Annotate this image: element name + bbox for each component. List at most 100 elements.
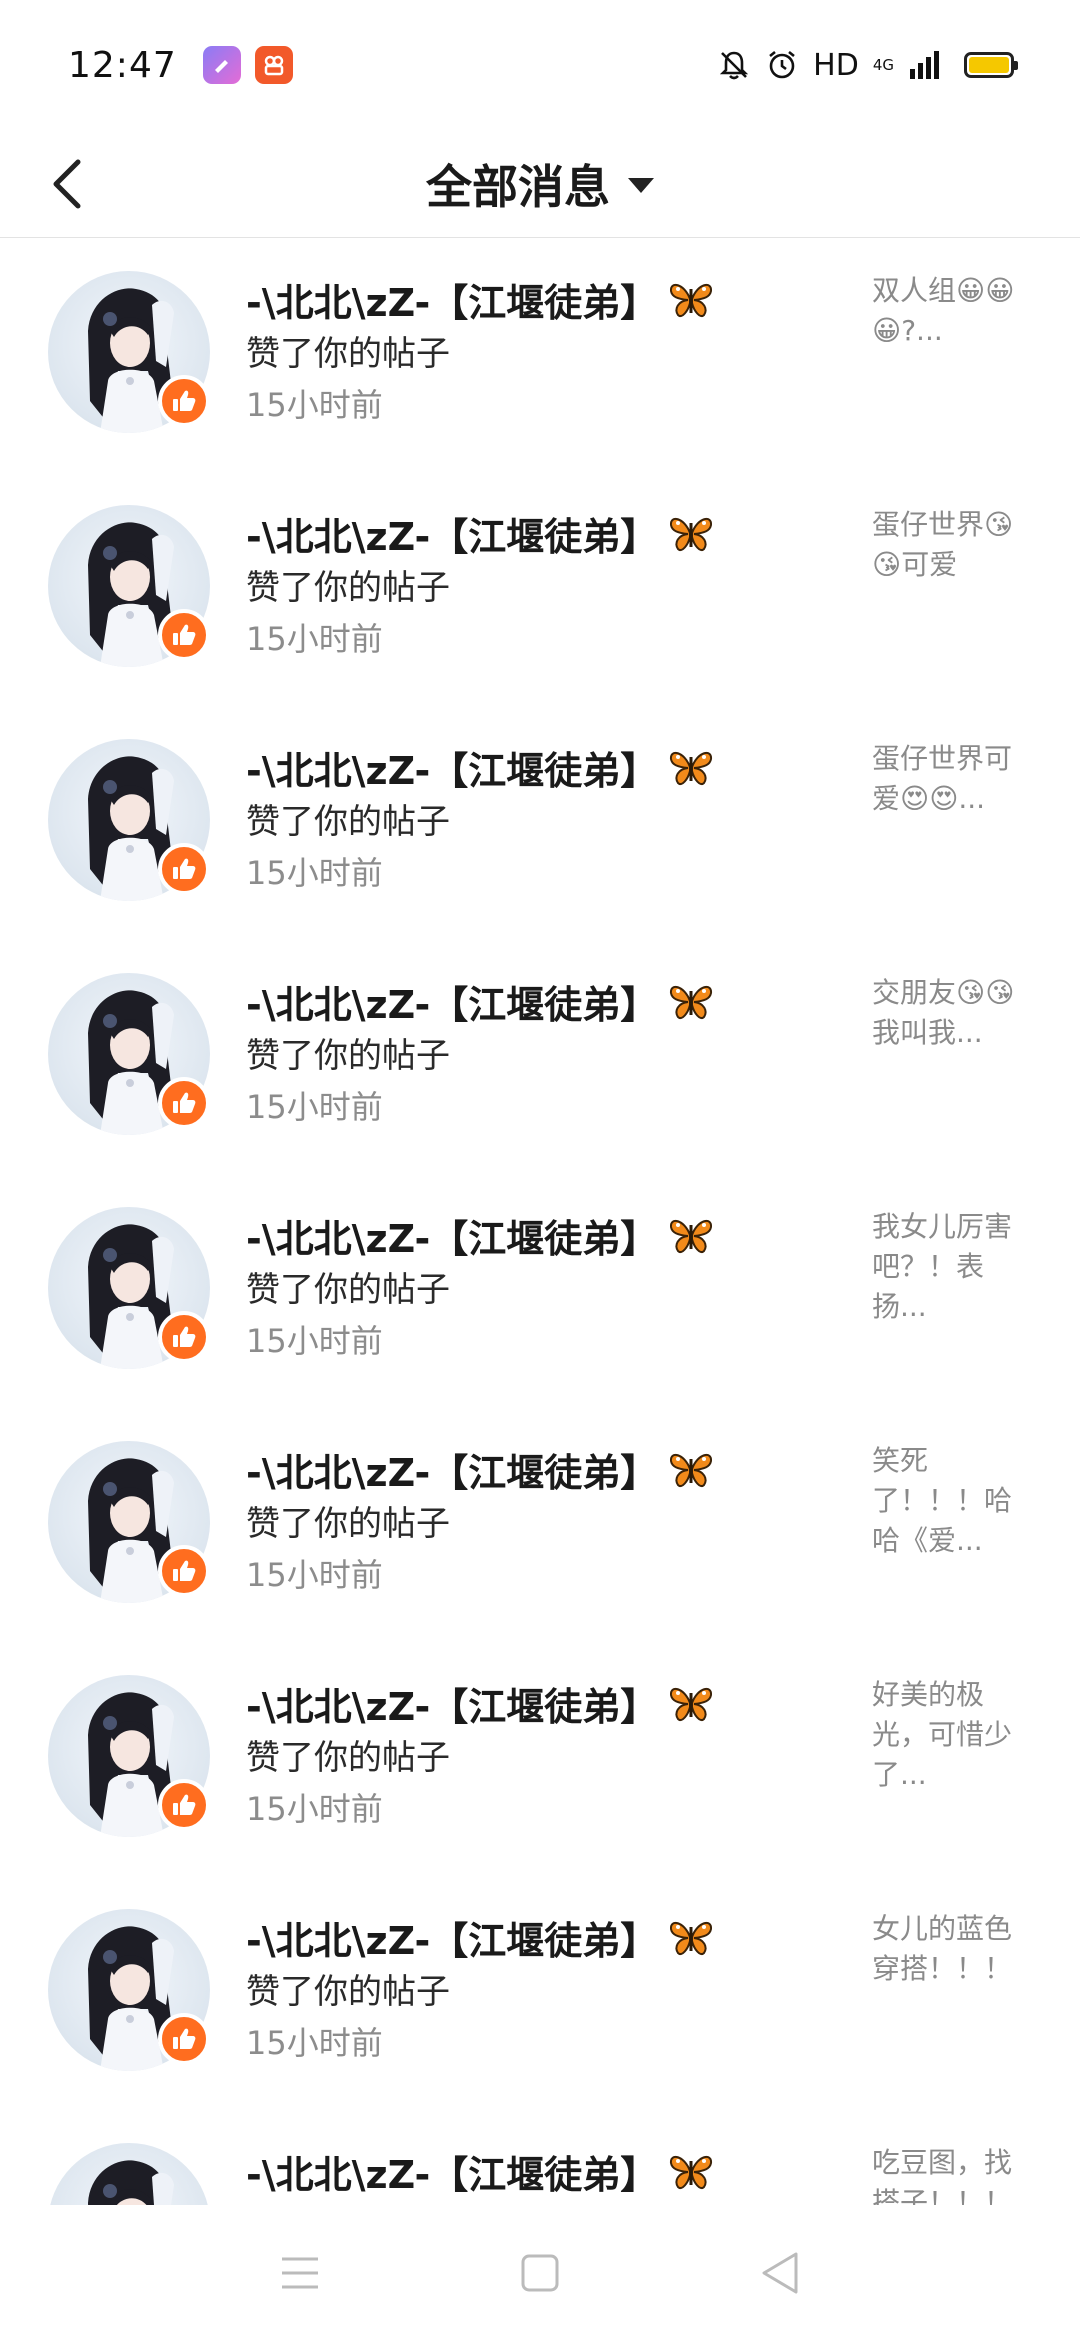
like-badge xyxy=(158,1779,210,1831)
notification-item[interactable]: -\北北\zZ-【江堰徒弟】 赞了你的帖子 15小时前 蛋仔世界😘😘可爱 xyxy=(0,473,1080,707)
like-badge xyxy=(158,1545,210,1597)
signal-icon xyxy=(910,51,939,79)
timestamp: 15小时前 xyxy=(246,1322,383,1360)
action-text: 赞了你的帖子 xyxy=(246,1738,450,1778)
username-line: -\北北\zZ-【江堰徒弟】 xyxy=(246,1209,806,1261)
post-preview[interactable]: 好美的极光，可惜少了... xyxy=(872,1675,1032,1795)
avatar-container xyxy=(48,1675,210,1837)
avatar[interactable] xyxy=(48,2143,210,2205)
timestamp: 15小时前 xyxy=(246,620,383,658)
username-line: -\北北\zZ-【江堰徒弟】 xyxy=(246,273,806,325)
action-text: 赞了你的帖子 xyxy=(246,1036,450,1076)
post-preview[interactable]: 蛋仔世界可爱😍😍... xyxy=(872,739,1032,819)
like-badge xyxy=(158,843,210,895)
notification-item[interactable]: -\北北\zZ-【江堰徒弟】 赞了你的帖子 15小时前 我女儿厉害吧？！表扬..… xyxy=(0,1175,1080,1409)
action-text: 赞了你的帖子 xyxy=(246,1504,450,1544)
username-line: -\北北\zZ-【江堰徒弟】 xyxy=(246,741,806,793)
notification-item[interactable]: -\北北\zZ-【江堰徒弟】 赞了你的帖子 15小时前 女儿的蓝色穿搭！！！ xyxy=(0,1877,1080,2111)
caret-down-icon xyxy=(628,178,654,193)
notification-item[interactable]: -\北北\zZ-【江堰徒弟】 赞了你的帖子 15小时前 蛋仔世界可爱😍😍... xyxy=(0,707,1080,941)
avatar-image xyxy=(88,2160,174,2205)
username[interactable]: -\北北\zZ-【江堰徒弟】 xyxy=(246,2144,658,2199)
butterfly-icon xyxy=(670,517,713,551)
like-badge xyxy=(158,2013,210,2065)
action-text: 赞了你的帖子 xyxy=(246,1972,450,2012)
notification-list[interactable]: -\北北\zZ-【江堰徒弟】 赞了你的帖子 15小时前 双人组😀😀😀?... -… xyxy=(0,239,1080,2205)
butterfly-icon xyxy=(670,1921,713,1955)
action-text: 赞了你的帖子 xyxy=(246,568,450,608)
app-notification-icon xyxy=(202,46,241,84)
alarm-icon xyxy=(769,50,795,79)
post-preview[interactable]: 交朋友😘😘我叫我... xyxy=(872,973,1032,1053)
notification-text: -\北北\zZ-【江堰徒弟】 赞了你的帖子 15小时前 xyxy=(246,1209,806,1365)
username[interactable]: -\北北\zZ-【江堰徒弟】 xyxy=(246,740,658,795)
thumbs-up-icon xyxy=(173,624,196,645)
thumbs-up-icon xyxy=(173,2028,196,2049)
notification-item[interactable]: -\北北\zZ-【江堰徒弟】 赞了你的帖子 15小时前 吃豆图，找搭子！！！ xyxy=(0,2111,1080,2205)
timestamp: 15小时前 xyxy=(246,386,383,424)
action-text: 赞了你的帖子 xyxy=(246,802,450,842)
notification-item[interactable]: -\北北\zZ-【江堰徒弟】 赞了你的帖子 15小时前 好美的极光，可惜少了..… xyxy=(0,1643,1080,1877)
thumbs-up-icon xyxy=(173,390,196,411)
post-preview[interactable]: 蛋仔世界😘😘可爱 xyxy=(872,505,1032,585)
username-line: -\北北\zZ-【江堰徒弟】 xyxy=(246,2145,806,2197)
username[interactable]: -\北北\zZ-【江堰徒弟】 xyxy=(246,1442,658,1497)
like-badge xyxy=(158,1311,210,1363)
status-time: 12:47 xyxy=(68,44,177,86)
menu-icon xyxy=(282,2257,318,2288)
menu-button[interactable] xyxy=(270,2243,330,2303)
butterfly-icon xyxy=(670,985,713,1019)
post-preview[interactable]: 双人组😀😀😀?... xyxy=(872,271,1032,351)
avatar-container xyxy=(48,271,210,433)
thumbs-up-icon xyxy=(173,1794,196,1815)
notification-text: -\北北\zZ-【江堰徒弟】 赞了你的帖子 15小时前 xyxy=(246,1911,806,2067)
username[interactable]: -\北北\zZ-【江堰徒弟】 xyxy=(246,506,658,561)
mute-bell-icon xyxy=(720,51,749,80)
notification-text: -\北北\zZ-【江堰徒弟】 赞了你的帖子 15小时前 xyxy=(246,2145,806,2205)
username[interactable]: -\北北\zZ-【江堰徒弟】 xyxy=(246,974,658,1029)
notification-item[interactable]: -\北北\zZ-【江堰徒弟】 赞了你的帖子 15小时前 笑死了！！！哈哈《爱..… xyxy=(0,1409,1080,1643)
timestamp: 15小时前 xyxy=(246,2024,383,2062)
post-preview[interactable]: 笑死了！！！哈哈《爱... xyxy=(872,1441,1032,1561)
notification-item[interactable]: -\北北\zZ-【江堰徒弟】 赞了你的帖子 15小时前 交朋友😘😘我叫我... xyxy=(0,941,1080,1175)
notification-text: -\北北\zZ-【江堰徒弟】 赞了你的帖子 15小时前 xyxy=(246,975,806,1131)
thumbs-up-icon xyxy=(173,1092,196,1113)
avatar-container xyxy=(48,1441,210,1603)
username[interactable]: -\北北\zZ-【江堰徒弟】 xyxy=(246,272,658,327)
notification-text: -\北北\zZ-【江堰徒弟】 赞了你的帖子 15小时前 xyxy=(246,1677,806,1833)
like-badge xyxy=(158,1077,210,1129)
notification-item[interactable]: -\北北\zZ-【江堰徒弟】 赞了你的帖子 15小时前 双人组😀😀😀?... xyxy=(0,239,1080,473)
post-preview[interactable]: 吃豆图，找搭子！！！ xyxy=(872,2143,1032,2205)
system-nav-bar xyxy=(0,2205,1080,2340)
app-notification-icon xyxy=(254,46,293,84)
hd-indicator: HD xyxy=(813,47,859,83)
post-preview[interactable]: 我女儿厉害吧？！表扬... xyxy=(872,1207,1032,1327)
back-nav-button[interactable] xyxy=(750,2243,810,2303)
timestamp: 15小时前 xyxy=(246,1556,383,1594)
butterfly-icon xyxy=(670,1453,713,1487)
butterfly-icon xyxy=(670,283,713,317)
message-filter-dropdown[interactable]: 全部消息 xyxy=(426,151,654,217)
avatar-container xyxy=(48,1207,210,1369)
post-preview[interactable]: 女儿的蓝色穿搭！！！ xyxy=(872,1909,1032,1989)
notification-text: -\北北\zZ-【江堰徒弟】 赞了你的帖子 15小时前 xyxy=(246,741,806,897)
battery-icon xyxy=(964,52,1018,78)
status-bar: 12:47 HD 4G xyxy=(0,0,1080,130)
home-square-icon xyxy=(521,2254,559,2291)
username[interactable]: -\北北\zZ-【江堰徒弟】 xyxy=(246,1910,658,1965)
username[interactable]: -\北北\zZ-【江堰徒弟】 xyxy=(246,1208,658,1263)
notification-text: -\北北\zZ-【江堰徒弟】 赞了你的帖子 15小时前 xyxy=(246,507,806,663)
avatar-container xyxy=(48,973,210,1135)
username-line: -\北北\zZ-【江堰徒弟】 xyxy=(246,507,806,559)
avatar-container xyxy=(48,1909,210,2071)
back-button[interactable] xyxy=(36,152,100,216)
butterfly-icon xyxy=(670,1687,713,1721)
username-line: -\北北\zZ-【江堰徒弟】 xyxy=(246,1911,806,1963)
home-button[interactable] xyxy=(510,2243,570,2303)
thumbs-up-icon xyxy=(173,1326,196,1347)
notification-text: -\北北\zZ-【江堰徒弟】 赞了你的帖子 15小时前 xyxy=(246,1443,806,1599)
username[interactable]: -\北北\zZ-【江堰徒弟】 xyxy=(246,1676,658,1731)
chevron-left-icon xyxy=(53,159,81,209)
notification-text: -\北北\zZ-【江堰徒弟】 赞了你的帖子 15小时前 xyxy=(246,273,806,429)
avatar-container xyxy=(48,739,210,901)
